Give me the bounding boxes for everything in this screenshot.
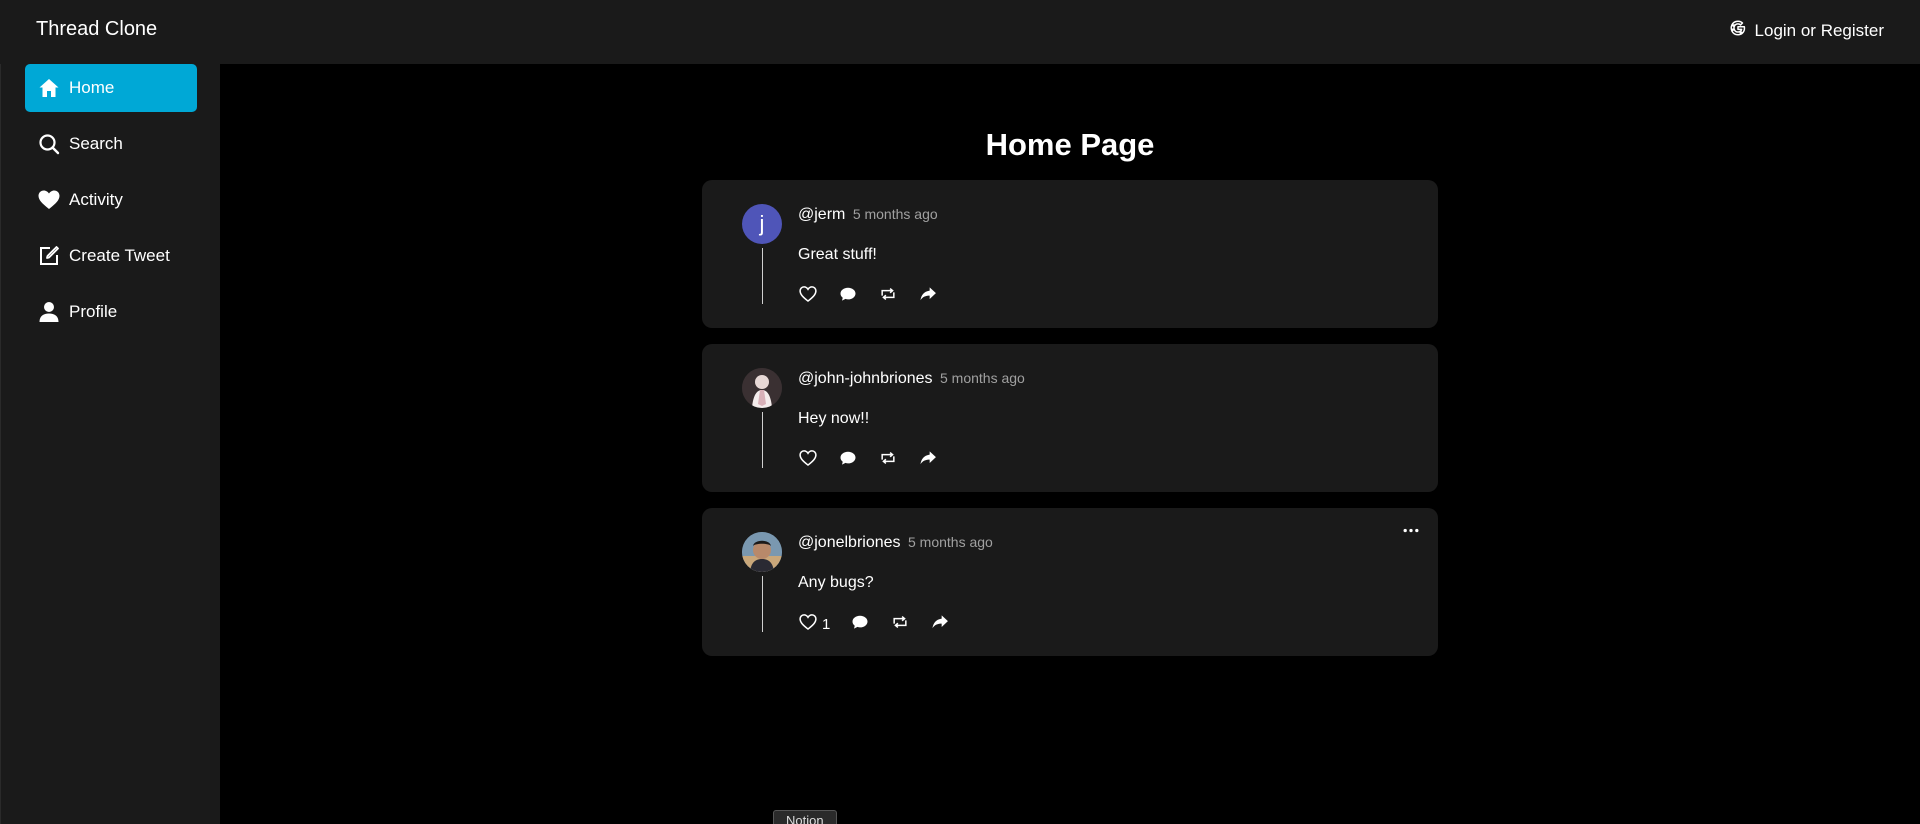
ellipsis-icon [1403,520,1419,538]
sidebar: Home Search Activity Create Tweet Profil… [0,64,220,824]
post-meta: @jonelbriones 5 months ago [798,534,993,552]
heart-icon [37,188,61,212]
post-actions: 1 [798,612,970,637]
heart-outline-icon [798,612,818,637]
heart-outline-icon [798,448,818,473]
post-actions [798,448,958,473]
comment-button[interactable] [838,284,858,309]
repost-button[interactable] [878,448,898,473]
repost-button[interactable] [890,612,910,637]
repost-icon [878,284,898,309]
search-icon [37,132,61,156]
post-text: Great stuff! [798,246,877,263]
sidebar-item-label: Profile [69,302,118,321]
sidebar-item-activity[interactable]: Activity [25,176,197,224]
comment-button[interactable] [838,448,858,473]
comment-button[interactable] [850,612,870,637]
post-time: 5 months ago [940,370,1025,386]
share-button[interactable] [918,448,938,473]
google-icon [1729,19,1747,42]
user-icon [37,300,61,324]
like-button[interactable] [798,284,818,309]
post-card: @john-johnbriones 5 months ago Hey now!! [702,344,1438,492]
share-icon [918,284,938,309]
comment-icon [838,448,858,473]
avatar[interactable] [742,368,782,408]
more-options-button[interactable] [1400,522,1422,536]
post-card: j @jerm 5 months ago Great stuff! [702,180,1438,328]
post-handle[interactable]: @jerm [798,206,845,223]
sidebar-item-label: Search [69,134,123,153]
avatar-photo-icon [742,532,782,572]
login-button[interactable]: Login or Register [1729,19,1884,42]
sidebar-item-create-tweet[interactable]: Create Tweet [25,232,197,280]
avatar[interactable] [742,532,782,572]
post-handle[interactable]: @john-johnbriones [798,370,933,387]
post-text: Any bugs? [798,574,874,591]
thread-line [762,248,763,304]
post-text: Hey now!! [798,410,870,427]
page-title: Home Page [985,127,1155,162]
repost-button[interactable] [878,284,898,309]
top-bar: Thread Clone Login or Register [0,0,1920,64]
post-actions [798,284,958,309]
share-button[interactable] [918,284,938,309]
post-meta: @john-johnbriones 5 months ago [798,370,1025,388]
comment-icon [838,284,858,309]
share-icon [930,612,950,637]
login-label: Login or Register [1754,20,1884,40]
post-meta: @jerm 5 months ago [798,206,938,224]
post-time: 5 months ago [852,206,938,222]
avatar[interactable]: j [742,204,782,244]
post-card: @jonelbriones 5 months ago Any bugs? 1 [702,508,1438,656]
edit-icon [37,244,61,268]
repost-icon [890,612,910,637]
notion-tooltip: Notion [773,810,837,824]
thread-line [762,412,763,468]
like-button[interactable]: 1 [798,612,830,637]
thread-line [762,576,763,632]
repost-icon [878,448,898,473]
post-time: 5 months ago [907,534,993,550]
sidebar-item-search[interactable]: Search [25,120,197,168]
sidebar-item-label: Home [69,78,115,97]
like-button[interactable] [798,448,818,473]
home-icon [37,76,61,100]
sidebar-item-label: Create Tweet [69,246,170,265]
share-button[interactable] [930,612,950,637]
share-icon [918,448,938,473]
sidebar-item-profile[interactable]: Profile [25,288,197,336]
sidebar-item-label: Activity [69,190,123,209]
post-handle[interactable]: @jonelbriones [798,534,901,551]
heart-outline-icon [798,284,818,309]
avatar-photo-icon [742,368,782,408]
app-title[interactable]: Thread Clone [36,18,157,41]
sidebar-item-home[interactable]: Home [25,64,197,112]
like-count: 1 [822,616,831,633]
comment-icon [850,612,870,637]
